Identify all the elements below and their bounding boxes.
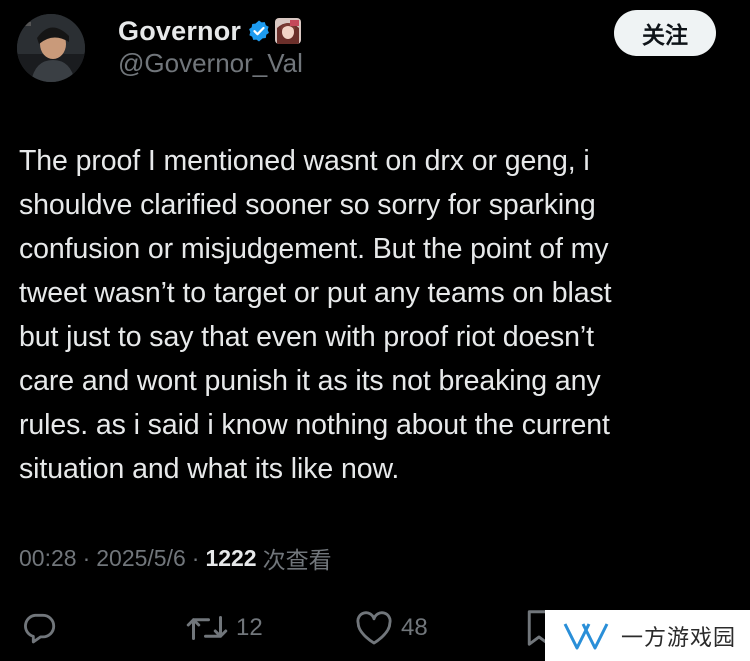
- avatar-photo-icon: [17, 14, 85, 82]
- tweet-text: The proof I mentioned wasnt on drx or ge…: [19, 145, 612, 485]
- heart-icon: [356, 611, 392, 645]
- retweet-icon: [186, 616, 228, 640]
- meta-separator: ·: [82, 544, 91, 571]
- verified-badge-icon: [247, 19, 271, 43]
- tweet-meta: 00:28 · 2025/5/6 · 1222 次查看: [19, 541, 332, 575]
- views-label: 次查看: [262, 548, 332, 574]
- watermark-text: 一方游戏园: [621, 625, 737, 651]
- reply-icon: [24, 613, 56, 644]
- like-count: 48: [401, 614, 428, 641]
- tweet-date[interactable]: 2025/5/6: [96, 545, 186, 572]
- retweet-button[interactable]: 12: [186, 608, 263, 648]
- follow-button[interactable]: 关注: [614, 10, 716, 56]
- reply-button[interactable]: [20, 608, 58, 648]
- like-button[interactable]: 48: [355, 608, 428, 648]
- watermark: 一方游戏园: [545, 610, 750, 661]
- user-handle[interactable]: @Governor_Val: [118, 48, 303, 79]
- display-name[interactable]: Governor: [118, 16, 241, 47]
- retweet-count: 12: [236, 614, 263, 641]
- views-count: 1222: [205, 544, 257, 571]
- tweet-time[interactable]: 00:28: [19, 545, 77, 572]
- watermark-logo-icon: [563, 622, 609, 649]
- meta-separator: ·: [191, 544, 200, 571]
- avatar[interactable]: [17, 14, 85, 82]
- anime-avatar-badge-icon: [275, 18, 302, 44]
- display-name-row: Governor: [118, 14, 302, 48]
